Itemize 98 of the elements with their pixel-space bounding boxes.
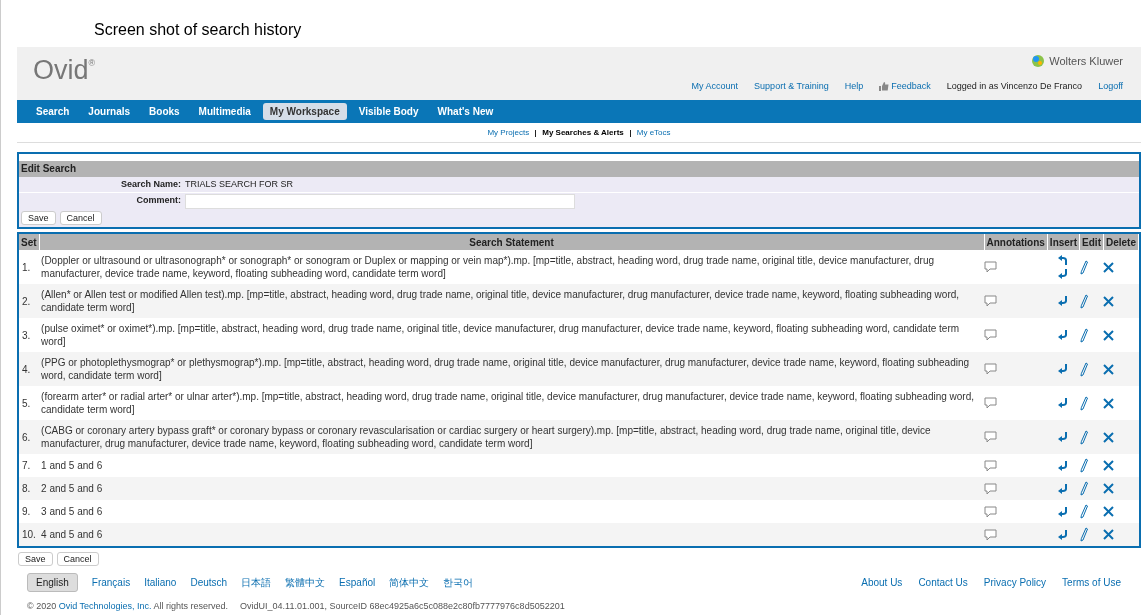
language-link[interactable]: 한국어 bbox=[443, 575, 474, 590]
insert-below-icon[interactable] bbox=[1057, 506, 1069, 517]
search-statement: 1 and 5 and 6 bbox=[39, 454, 985, 477]
logo: Ovid bbox=[33, 57, 89, 84]
set-number: 1. bbox=[19, 250, 40, 284]
cancel-button[interactable]: Cancel bbox=[59, 211, 102, 225]
search-statement: (PPG or photoplethysmograp* or plethysmograp*).mp. [mp=title, abstract, heading word, drug trade name, original title, device manufacturer, drug manufacturer, device trade name, keyword, floating subheading word, candidate term word] bbox=[39, 352, 985, 386]
insert-above-icon[interactable] bbox=[1057, 255, 1069, 265]
set-number: 3. bbox=[19, 318, 40, 352]
search-statement: 3 and 5 and 6 bbox=[39, 500, 985, 523]
delete-icon[interactable] bbox=[1103, 295, 1115, 307]
delete-icon[interactable] bbox=[1103, 529, 1115, 540]
delete-icon[interactable] bbox=[1103, 460, 1115, 471]
delete-icon[interactable] bbox=[1103, 363, 1115, 375]
set-number: 5. bbox=[19, 386, 40, 420]
caption-text: Screen shot of search history bbox=[94, 21, 302, 38]
search-statement: 2 and 5 and 6 bbox=[39, 477, 985, 500]
language-link[interactable]: 繁體中文 bbox=[285, 575, 326, 590]
nav-tab[interactable]: Journals bbox=[81, 103, 138, 120]
pencil-icon[interactable] bbox=[1079, 527, 1088, 542]
subnav-link[interactable]: My eTocs bbox=[636, 127, 671, 139]
globe-logo-icon bbox=[1031, 54, 1046, 69]
pencil-icon[interactable] bbox=[1079, 481, 1088, 496]
language-link[interactable]: 简体中文 bbox=[389, 575, 430, 590]
set-number: 4. bbox=[19, 352, 40, 386]
search-statement: (CABG or coronary artery bypass graft* or coronary bypass or coronary revascularisation or cardiac surgery or heart surgery).mp. [mp=title, abstract, heading word, drug trade name, original title, device manufacturer, drug manufacturer, device trade name, keyword, floating subheading word, candidate term word] bbox=[39, 420, 985, 454]
delete-icon[interactable] bbox=[1103, 506, 1115, 517]
set-number: 6. bbox=[19, 420, 40, 454]
field-label: Comment: bbox=[135, 194, 182, 208]
login-status-text: Logged in as Vincenzo De Franco bbox=[946, 79, 1083, 93]
language-link[interactable]: Italiano bbox=[144, 575, 177, 590]
save-button[interactable]: Save bbox=[18, 552, 53, 566]
delete-icon[interactable] bbox=[1103, 397, 1115, 409]
set-number: 10. bbox=[19, 523, 40, 546]
footer-link[interactable]: About Us bbox=[861, 575, 903, 590]
set-number: 8. bbox=[19, 477, 40, 500]
pencil-icon[interactable] bbox=[1079, 458, 1088, 473]
pencil-icon[interactable] bbox=[1079, 429, 1088, 445]
language-link[interactable]: Français bbox=[91, 575, 131, 590]
language-link[interactable]: English bbox=[27, 573, 78, 592]
pencil-icon[interactable] bbox=[1079, 293, 1088, 309]
search-statement: (forearm arter* or radial arter* or ulnar arter*).mp. [mp=title, abstract, heading word, drug trade name, original title, device manufacturer, drug manufacturer, device trade name, keyword, floating subheading word, candidate term word] bbox=[39, 386, 985, 420]
delete-icon[interactable] bbox=[1103, 261, 1115, 273]
insert-below-icon[interactable] bbox=[1057, 483, 1069, 494]
cancel-button[interactable]: Cancel bbox=[56, 552, 99, 566]
insert-below-icon[interactable] bbox=[1057, 330, 1069, 340]
search-statement: (Allen* or Allen test or modified Allen test).mp. [mp=title, abstract, heading word, drug trade name, original title, device manufacturer, drug manufacturer, device trade name, keyword, floating subheading word, candidate term word] bbox=[39, 284, 985, 318]
registered-mark: ® bbox=[88, 57, 96, 68]
set-number: 2. bbox=[19, 284, 40, 318]
pencil-icon[interactable] bbox=[1079, 259, 1088, 275]
publisher-logo-text: Wolters Kluwer bbox=[1049, 54, 1123, 69]
insert-below-icon[interactable] bbox=[1057, 460, 1069, 471]
nav-tab[interactable]: My Workspace bbox=[262, 103, 347, 120]
copyright-text: © 2020 Ovid Technologies, Inc. All rights reserved. bbox=[27, 600, 229, 613]
search-statement: 4 and 5 and 6 bbox=[39, 523, 985, 546]
insert-below-icon[interactable] bbox=[1057, 296, 1069, 306]
footer-link[interactable]: Privacy Policy bbox=[983, 575, 1047, 590]
search-name-value: TRIALS SEARCH FOR SR bbox=[185, 177, 294, 191]
nav-tab[interactable]: What's New bbox=[430, 103, 501, 120]
nav-tab[interactable]: Search bbox=[29, 103, 77, 120]
set-number: 9. bbox=[19, 500, 40, 523]
insert-below-icon[interactable] bbox=[1057, 269, 1069, 279]
language-link[interactable]: 日本語 bbox=[241, 575, 272, 590]
footer-link[interactable]: Terms of Use bbox=[1062, 575, 1121, 590]
save-button[interactable]: Save bbox=[21, 211, 56, 225]
footer-link[interactable]: Contact Us bbox=[918, 575, 968, 590]
insert-below-icon[interactable] bbox=[1057, 398, 1069, 408]
header-link[interactable]: Support & Training bbox=[754, 79, 829, 93]
insert-below-icon[interactable] bbox=[1057, 432, 1069, 442]
search-statement: (pulse oximet* or oximet*).mp. [mp=title, abstract, heading word, drug trade name, original title, device manufacturer, drug manufacturer, device trade name, keyword, floating subheading word, candidate term word] bbox=[39, 318, 985, 352]
pencil-icon[interactable] bbox=[1079, 395, 1088, 411]
subnav-link[interactable]: My Searches & Alerts bbox=[542, 127, 624, 139]
pencil-icon[interactable] bbox=[1079, 504, 1088, 519]
nav-tab[interactable]: Books bbox=[142, 103, 187, 120]
nav-tab[interactable]: Visible Body bbox=[351, 103, 426, 120]
delete-icon[interactable] bbox=[1103, 431, 1115, 443]
insert-below-icon[interactable] bbox=[1057, 364, 1069, 374]
thumbs-up-icon bbox=[879, 81, 890, 91]
language-link[interactable]: Español bbox=[339, 575, 376, 590]
field-label: Search Name: bbox=[119, 177, 182, 191]
header-link[interactable]: My Account bbox=[691, 79, 739, 93]
section-header: Edit Search bbox=[19, 161, 1139, 177]
feedback-link[interactable]: Feedback bbox=[879, 79, 931, 93]
set-number: 7. bbox=[19, 454, 40, 477]
company-link[interactable]: Ovid Technologies, Inc. bbox=[58, 601, 152, 611]
pencil-icon[interactable] bbox=[1079, 327, 1088, 343]
build-info-text: OvidUI_04.11.01.001, SourceID 68ec4925a6c5c088e2c80fb7777976c8d5052201 bbox=[240, 600, 565, 613]
header-link[interactable]: Help bbox=[844, 79, 864, 93]
language-link[interactable]: Deutsch bbox=[190, 575, 228, 590]
delete-icon[interactable] bbox=[1103, 483, 1115, 494]
header-link[interactable]: Logoff bbox=[1098, 79, 1123, 93]
pencil-icon[interactable] bbox=[1079, 361, 1088, 377]
subnav-link[interactable]: My Projects bbox=[487, 127, 530, 139]
insert-below-icon[interactable] bbox=[1057, 529, 1069, 540]
delete-icon[interactable] bbox=[1103, 329, 1115, 341]
search-statement: (Doppler or ultrasound or ultrasonograph* or sonograph* or sonogram or Duplex or mapping or vein map*).mp. [mp=title, abstract, heading word, drug trade name, original title, device manufacturer, drug manufacturer, device trade name, keyword, floating subheading word, candidate term word] bbox=[39, 250, 985, 284]
comment-field[interactable] bbox=[185, 193, 575, 209]
nav-tab[interactable]: Multimedia bbox=[191, 103, 258, 120]
